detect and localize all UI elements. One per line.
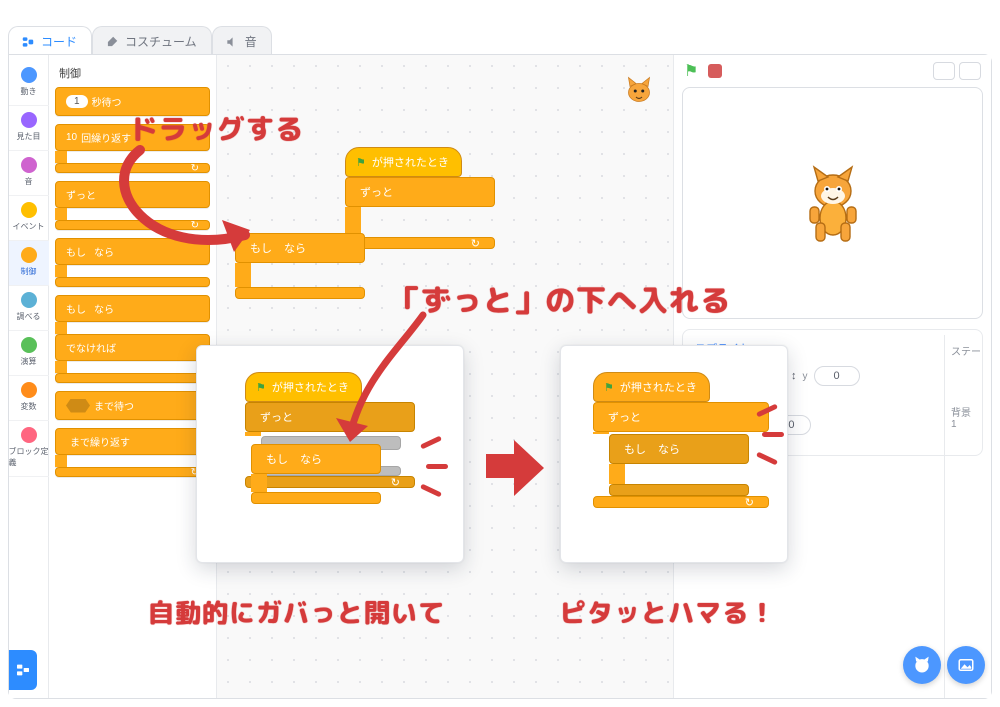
backdrop-count: 1 (951, 419, 986, 430)
block-label: もし (266, 451, 288, 467)
category-myblocks[interactable]: ブロック定義 (9, 421, 49, 477)
annotation-snap-text: ピタッとハマる！ (560, 594, 776, 632)
block-label: 秒待つ (92, 94, 122, 109)
category-events[interactable]: イベント (9, 196, 49, 241)
green-flag-icon: ⚑ (256, 381, 266, 394)
stage-side-panel: ステー 背景 1 (944, 335, 992, 698)
block-label: なら (658, 441, 680, 457)
block-label: もし (66, 301, 86, 316)
annotation-insert-text: 「ずっと」の下へ入れる (390, 278, 731, 323)
y-arrow-icon: ↕ (791, 370, 797, 382)
category-looks[interactable]: 見た目 (9, 106, 49, 151)
dot-icon (21, 67, 37, 83)
category-sensing[interactable]: 調べる (9, 286, 49, 331)
tab-costumes-label: コスチューム (125, 33, 197, 50)
palette-title: 制御 (59, 65, 210, 81)
add-sprite-button[interactable] (903, 646, 941, 684)
block-forever[interactable]: ずっと ↻ (345, 177, 495, 249)
blocks-icon (15, 662, 31, 678)
category-column: 動き 見た目 音 イベント 制御 調べる 演算 変数 ブロック定義 (9, 55, 49, 698)
arg-seconds[interactable]: 1 (66, 95, 88, 108)
arg-times[interactable]: 10 (66, 132, 77, 143)
category-motion[interactable]: 動き (9, 61, 49, 106)
tab-code[interactable]: コード (8, 26, 92, 56)
block-label: もし (66, 244, 86, 259)
category-label: 動き (21, 86, 37, 97)
dot-icon (21, 157, 37, 173)
annotation-big-arrow (486, 434, 546, 494)
stop-button[interactable] (708, 64, 722, 78)
block-label: ずっと (608, 409, 641, 425)
block-if-else[interactable]: もし なら でなければ (55, 295, 210, 383)
category-label: 制御 (21, 266, 37, 277)
loop-icon: ↻ (745, 496, 754, 509)
green-flag-icon: ⚑ (356, 156, 366, 169)
stage-side-title: ステー (951, 343, 986, 358)
block-label: まで待つ (94, 398, 134, 413)
dot-icon (21, 202, 37, 218)
category-label: 音 (25, 176, 33, 187)
tab-code-label: コード (41, 33, 77, 50)
category-label: 見た目 (17, 131, 41, 142)
dot-icon (21, 427, 37, 443)
annotation-open-text: 自動的にガバっと開いて (148, 594, 445, 632)
category-label: イベント (13, 221, 45, 232)
large-stage-button[interactable] (959, 62, 981, 80)
block-label: なら (300, 451, 322, 467)
y-input[interactable]: 0 (814, 366, 860, 386)
block-wait-until[interactable]: まで待つ (55, 391, 210, 420)
category-variables[interactable]: 変数 (9, 376, 49, 421)
category-control[interactable]: 制御 (9, 241, 49, 286)
sprite-watermark (621, 73, 657, 109)
dot-icon (21, 292, 37, 308)
category-label: 演算 (21, 356, 37, 367)
block-if: もし なら (609, 434, 749, 496)
block-label: ずっと (360, 184, 393, 200)
loop-icon: ↻ (471, 237, 480, 250)
block-forever: ずっと もし なら ↻ (593, 402, 769, 508)
category-sound[interactable]: 音 (9, 151, 49, 196)
loop-icon: ↻ (391, 476, 400, 489)
tab-costumes[interactable]: コスチューム (92, 26, 212, 56)
block-label: が押されたとき (620, 379, 697, 395)
brush-icon (105, 35, 119, 49)
green-flag-button[interactable]: ⚑ (684, 61, 698, 81)
small-stage-button[interactable] (933, 62, 955, 80)
block-label: ずっと (66, 187, 96, 202)
dot-icon (21, 337, 37, 353)
dot-icon (21, 247, 37, 263)
block-label: ずっと (260, 409, 293, 425)
block-label: が押されたとき (372, 154, 449, 170)
annotation-popover-snap: ⚑ が押されたとき ずっと もし なら ↻ (560, 345, 788, 563)
backdrop-label: 背景 (951, 404, 986, 419)
block-when-flag-clicked: ⚑ が押されたとき (593, 372, 710, 402)
y-label: y (803, 371, 808, 382)
code-icon (21, 35, 35, 49)
block-label: でなければ (66, 340, 116, 355)
add-backdrop-button[interactable] (947, 646, 985, 684)
block-label: なら (94, 301, 114, 316)
extensions-button[interactable] (9, 650, 37, 690)
tab-sounds-label: 音 (245, 33, 257, 50)
cat-face-icon (912, 655, 932, 675)
category-label: 変数 (21, 401, 37, 412)
image-icon (957, 656, 975, 674)
sound-icon (225, 35, 239, 49)
green-flag-icon: ⚑ (604, 381, 614, 394)
annotation-arrow-drag (110, 130, 290, 270)
hex-slot[interactable] (66, 399, 90, 413)
category-operators[interactable]: 演算 (9, 331, 49, 376)
script-stack-1[interactable]: ⚑ が押されたとき ずっと ↻ (345, 147, 495, 249)
block-label: まで繰り返す (70, 434, 130, 449)
block-repeat-until[interactable]: まで繰り返す ↻ (55, 428, 210, 477)
sprite-cat-on-stage[interactable] (798, 163, 868, 243)
block-label: もし (624, 441, 646, 457)
tab-sounds[interactable]: 音 (212, 26, 272, 56)
annotation-drag-text: ドラッグする (130, 108, 304, 150)
block-when-flag-clicked[interactable]: ⚑ が押されたとき (345, 147, 462, 177)
dot-icon (21, 382, 37, 398)
dot-icon (21, 112, 37, 128)
category-label: 調べる (17, 311, 41, 322)
category-label: ブロック定義 (9, 446, 49, 468)
